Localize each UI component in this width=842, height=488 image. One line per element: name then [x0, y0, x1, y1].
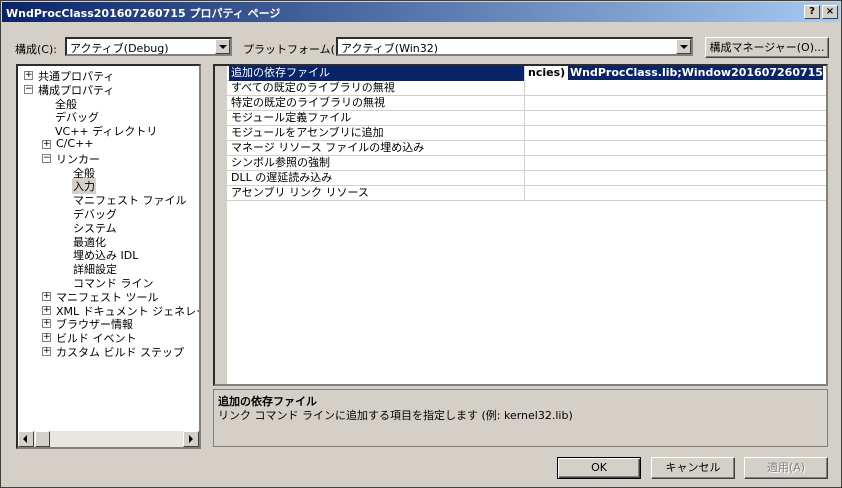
dependencies-edit-field[interactable]: ncies) WndProcClass.lib;Window2016072607…	[526, 66, 828, 81]
scroll-thumb[interactable]	[35, 431, 50, 447]
property-name: 特定の既定のライブラリの無視	[229, 96, 525, 111]
property-row[interactable]: すべての既定のライブラリの無視	[227, 81, 826, 96]
property-name: アセンブリ リンク リソース	[229, 186, 525, 201]
ok-button[interactable]: OK	[557, 457, 641, 479]
property-row[interactable]: マネージ リソース ファイルの埋め込み	[227, 141, 826, 156]
config-select[interactable]: アクティブ(Debug)	[65, 37, 232, 56]
property-row[interactable]: モジュールをアセンブリに追加	[227, 126, 826, 141]
edit-dropdown-icon[interactable]	[826, 66, 828, 80]
property-row[interactable]: 特定の既定のライブラリの無視	[227, 96, 826, 111]
apply-button[interactable]: 適用(A)	[744, 457, 828, 479]
platform-select[interactable]: アクティブ(Win32)	[336, 37, 693, 56]
property-name: マネージ リソース ファイルの埋め込み	[229, 141, 525, 156]
property-name: モジュール定義ファイル	[229, 111, 525, 126]
close-button[interactable]: ×	[822, 5, 838, 19]
property-row[interactable]: アセンブリ リンク リソース	[227, 186, 826, 201]
platform-select-value: アクティブ(Win32)	[341, 42, 439, 55]
collapse-icon[interactable]: −	[24, 84, 33, 94]
tree-horizontal-scrollbar[interactable]	[18, 431, 199, 447]
tree-item-label: C/C++	[56, 137, 94, 150]
edit-value-prefix: ncies)	[528, 66, 566, 79]
property-name: DLL の遅延読み込み	[229, 171, 525, 186]
description-text: リンク コマンド ラインに追加する項目を指定します (例: kernel32.l…	[218, 409, 573, 422]
config-select-value: アクティブ(Debug)	[70, 42, 169, 55]
config-manager-button[interactable]: 構成マネージャー(O)...	[705, 37, 829, 58]
window-title: WndProcClass201607260715 プロパティ ページ	[6, 7, 281, 20]
expand-icon[interactable]: +	[42, 291, 51, 301]
expand-icon[interactable]: +	[42, 140, 51, 149]
property-row[interactable]: DLL の遅延読み込み	[227, 171, 826, 186]
expand-icon[interactable]: +	[24, 71, 33, 80]
collapse-icon[interactable]: −	[42, 153, 51, 163]
scroll-left-icon[interactable]	[18, 431, 34, 447]
platform-label: プラットフォーム(P):	[243, 43, 350, 56]
expand-icon[interactable]: +	[42, 305, 51, 315]
chevron-down-icon[interactable]	[215, 39, 230, 54]
grid-margin	[215, 66, 227, 384]
property-name: モジュールをアセンブリに追加	[229, 126, 525, 141]
property-row[interactable]: シンボル参照の強制	[227, 156, 826, 171]
tree-item-label: カスタム ビルド ステップ	[56, 346, 184, 359]
property-name: すべての既定のライブラリの無視	[229, 81, 525, 96]
title-bar: WndProcClass201607260715 プロパティ ページ ? ×	[2, 2, 840, 22]
description-panel: 追加の依存ファイル リンク コマンド ラインに追加する項目を指定します (例: …	[213, 389, 828, 447]
config-label: 構成(C):	[15, 43, 57, 56]
chevron-down-icon[interactable]	[676, 39, 691, 54]
property-name: シンボル参照の強制	[229, 156, 525, 171]
edit-value-selected[interactable]: WndProcClass.lib;Window201607260715.lib;	[568, 66, 823, 80]
cancel-button[interactable]: キャンセル	[651, 457, 735, 479]
expand-icon[interactable]: +	[42, 319, 51, 329]
property-pages-dialog: WndProcClass201607260715 プロパティ ページ ? × 構…	[0, 0, 842, 488]
property-row[interactable]: モジュール定義ファイル	[227, 111, 826, 126]
property-tree: + 共通プロパティ − 構成プロパティ 全般 デバッグ VC++ ディレクトリ + C/C++ −…	[16, 64, 201, 449]
expand-icon[interactable]: +	[42, 333, 51, 343]
property-name: 追加の依存ファイル	[229, 66, 525, 81]
scroll-right-icon[interactable]	[183, 431, 199, 447]
expand-icon[interactable]: +	[42, 347, 51, 356]
property-grid: 追加の依存ファイル すべての既定のライブラリの無視 特定の既定のライブラリの無視 モジ…	[213, 64, 828, 386]
help-button[interactable]: ?	[804, 5, 820, 19]
